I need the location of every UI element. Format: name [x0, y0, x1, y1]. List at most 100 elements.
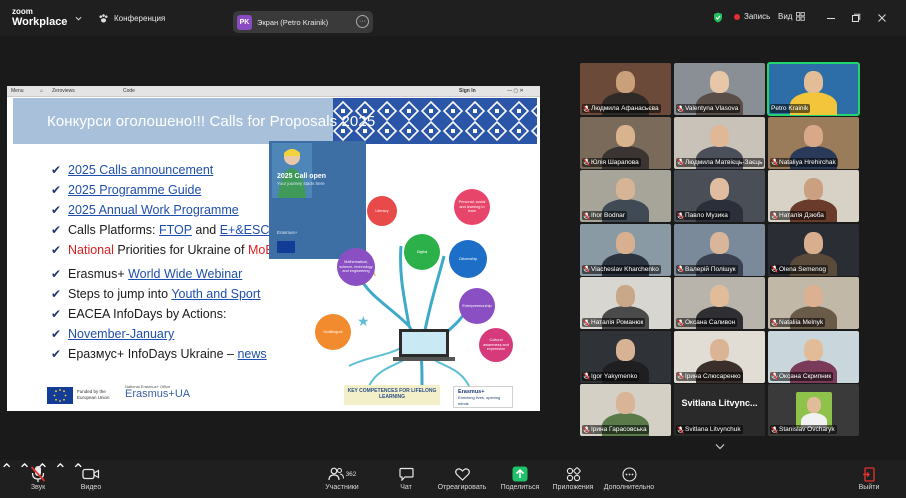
steps-prefix: Steps to jump into: [68, 287, 172, 301]
participant-tile[interactable]: Petro Krainik: [767, 62, 860, 116]
more-options-icon[interactable]: ···: [356, 15, 369, 28]
home-icon: ⌂: [40, 88, 44, 94]
audio-options-caret-icon[interactable]: ⌃: [0, 462, 13, 479]
participant-tile[interactable]: Svitlana Litvync... Svitlana Litvynchuk: [674, 384, 765, 436]
participant-tile[interactable]: Valentyna Vlasova: [674, 63, 765, 115]
link-calls-announcement[interactable]: 2025 Calls announcement: [68, 163, 213, 177]
link-e-esc[interactable]: E+&ESC: [220, 223, 270, 237]
participant-face: [710, 338, 729, 361]
participant-name-tag: Оксана Саливон: [676, 318, 738, 327]
gallery-next-page-icon[interactable]: [715, 443, 725, 450]
participant-face: [616, 231, 635, 254]
maximize-icon[interactable]: [851, 13, 861, 23]
participant-tile[interactable]: Людмила Матвієць-Заєць: [674, 116, 765, 169]
infographic-tree: ★ A ⚛: [348, 245, 494, 387]
participant-name: Viacheslav Kharchenko: [591, 265, 659, 273]
key-competences-label: KEY COMPETENCES FOR LIFELONG LEARNING: [344, 385, 440, 405]
react-label: Отреагировать: [437, 484, 487, 491]
screen-share-pill[interactable]: PK Экран (Petro Krainik) ···: [233, 11, 373, 33]
participant-face: [804, 71, 823, 93]
react-button[interactable]: Отреагировать: [436, 464, 488, 491]
heart-icon: [454, 467, 470, 481]
shield-check-icon[interactable]: [713, 12, 723, 23]
browser-signin: Sign In: [459, 88, 476, 94]
more-button[interactable]: Дополнительно: [602, 464, 656, 491]
leave-button[interactable]: Выйти: [856, 464, 882, 491]
view-button[interactable]: Вид: [778, 12, 806, 21]
video-label: Видео: [80, 484, 102, 491]
circle-cultural-awareness: Cultural awareness and expression: [479, 328, 513, 362]
erasmus-prefix: Erasmus+: [68, 267, 129, 281]
close-icon[interactable]: [877, 13, 887, 23]
participant-tile[interactable]: Nataliya Hrehirchak: [768, 116, 859, 169]
participant-tile[interactable]: Ihor Bodnar: [580, 170, 671, 222]
participants-label: Участники: [325, 484, 359, 491]
share-button[interactable]: Поделиться: [498, 464, 542, 491]
participant-tile[interactable]: Наталія Дзюба: [768, 170, 859, 222]
participant-tile[interactable]: Ірина Гарасовська: [580, 384, 671, 436]
chat-button[interactable]: Чат: [394, 464, 418, 491]
browser-window-controls: — ▢ ✕: [507, 88, 524, 94]
participants-button[interactable]: 362 Участники: [320, 464, 364, 491]
participant-face: [804, 338, 823, 361]
minimize-icon[interactable]: [826, 13, 836, 23]
participant-name: Nataliya Hrehirchak: [779, 158, 836, 166]
participant-name: Petro Krainik: [771, 105, 809, 112]
participant-tile[interactable]: Оксана Саливон: [674, 277, 765, 329]
participant-name: Наталія Романюк: [591, 319, 644, 326]
share-screen-icon: [512, 466, 528, 482]
participant-tile[interactable]: Павло Музика: [674, 170, 765, 222]
meeting-info[interactable]: Конференция: [98, 13, 165, 24]
zoom-logo[interactable]: zoom Workplace: [12, 7, 67, 28]
link-annual-work-programme[interactable]: 2025 Annual Work Programme: [68, 203, 239, 217]
mic-muted-icon: [771, 372, 778, 380]
participant-face: [616, 124, 635, 147]
participant-name-tag: Людмила Афанасьєва: [582, 104, 661, 113]
participant-tile[interactable]: Людмила Афанасьєва: [580, 63, 671, 115]
participant-tile[interactable]: Валерій Полішук: [674, 223, 765, 276]
record-dot-icon: [734, 13, 740, 20]
audio-button[interactable]: Звук: [24, 464, 52, 491]
shared-screen[interactable]: Menu ⌂ Zeroviews Code Sign In — ▢ ✕ Конк…: [7, 86, 540, 411]
chat-options-caret-icon[interactable]: ⌃: [54, 462, 67, 479]
link-news[interactable]: news: [237, 347, 266, 361]
participant-tile[interactable]: Igor Yakymenko: [580, 330, 671, 383]
chat-label: Чат: [400, 484, 412, 491]
participant-tile[interactable]: Nataliia Melnyk: [768, 277, 859, 329]
participant-tile[interactable]: Olena Semenog: [768, 223, 859, 276]
participant-tile[interactable]: Viacheslav Kharchenko: [580, 223, 671, 276]
participant-name: Людмила Афанасьєва: [591, 105, 659, 112]
recording-label: Запись: [744, 12, 771, 21]
participant-name: Оксана Скрипник: [779, 372, 832, 380]
participant-tile[interactable]: Ірина Слюсаренко: [674, 330, 765, 383]
participant-face: [616, 71, 635, 93]
apps-button[interactable]: Приложения: [550, 464, 596, 491]
participant-name: Nataliia Melnyk: [779, 319, 824, 326]
mic-muted-icon: [583, 425, 590, 434]
priorities-text: Priorities for Ukraine of: [113, 243, 248, 257]
recording-indicator[interactable]: Запись: [734, 12, 770, 21]
participant-tile[interactable]: Юлія Шарапова: [580, 116, 671, 169]
mic-muted-icon: [583, 104, 590, 113]
mic-muted-icon: [583, 265, 590, 273]
meeting-toolbar: Звук ⌃ Видео ⌃ 362 Участники ⌃ Чат ⌃ Отр…: [0, 460, 906, 498]
participant-tile[interactable]: Stanislav Ovcharyk: [768, 384, 859, 436]
participant-face: [616, 178, 635, 200]
participant-tile[interactable]: Оксана Скрипник: [768, 330, 859, 383]
link-november-january[interactable]: November-January: [68, 327, 174, 341]
participant-name: Olena Semenog: [779, 265, 826, 273]
leave-label: Выйти: [858, 484, 880, 491]
link-world-wide-webinar[interactable]: World Wide Webinar: [128, 267, 242, 281]
video-button[interactable]: Видео: [76, 464, 106, 491]
mic-muted-icon: [677, 104, 684, 113]
participant-name: Valentyna Vlasova: [685, 105, 739, 112]
participant-name-tag: Petro Krainik: [770, 104, 811, 113]
participant-face: [616, 338, 635, 361]
link-programme-guide[interactable]: 2025 Programme Guide: [68, 183, 201, 197]
chevron-down-icon[interactable]: [75, 15, 82, 22]
link-youth-and-sport[interactable]: Youth and Sport: [171, 287, 260, 301]
participant-tile[interactable]: Наталія Романюк: [580, 277, 671, 329]
mic-muted-icon: [677, 158, 684, 166]
link-ftop[interactable]: FTOP: [159, 223, 192, 237]
browser-tab-zeroviews: Zeroviews: [52, 88, 75, 94]
